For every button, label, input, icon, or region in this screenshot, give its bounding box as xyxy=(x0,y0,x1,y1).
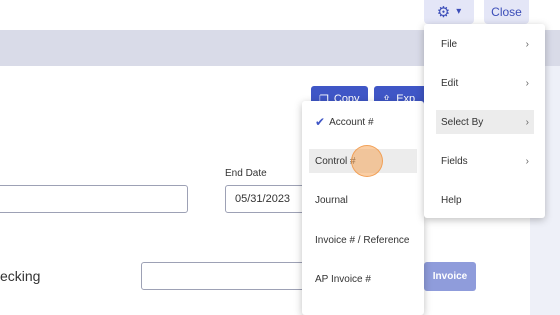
chevron-right-icon: › xyxy=(525,155,529,167)
checkmark-icon: ✔ xyxy=(315,115,326,129)
chevron-right-icon: › xyxy=(525,116,529,128)
account-search-field[interactable] xyxy=(141,262,311,290)
start-date-field[interactable] xyxy=(0,185,188,213)
menu-item-label: Edit xyxy=(441,77,459,89)
close-button[interactable]: Close xyxy=(484,0,529,24)
submenu-item-label: Control # xyxy=(315,155,356,167)
menu-item-edit[interactable]: Edit › xyxy=(436,71,534,95)
submenu-item-label: AP Invoice # xyxy=(315,273,371,285)
settings-dropdown-menu: File › Edit › Select By › Fields › Help xyxy=(424,24,545,218)
submenu-item-label: Journal xyxy=(315,194,348,206)
menu-item-label: Fields xyxy=(441,155,468,167)
menu-item-label: Help xyxy=(441,194,462,206)
checking-label: ecking xyxy=(0,268,41,284)
submenu-item-label: Invoice # / Reference xyxy=(315,234,410,246)
submenu-item-journal[interactable]: Journal xyxy=(309,188,417,212)
gear-icon: ⚙ xyxy=(436,3,451,21)
menu-item-label: Select By xyxy=(441,116,484,128)
submenu-item-label: Account # xyxy=(329,116,374,128)
invoice-button[interactable]: Invoice xyxy=(424,262,476,291)
menu-item-fields[interactable]: Fields › xyxy=(436,149,534,173)
end-date-label: End Date xyxy=(225,168,267,179)
chevron-right-icon: › xyxy=(525,77,529,89)
chevron-down-icon: ▾ xyxy=(456,6,462,17)
menu-item-label: File xyxy=(441,38,458,50)
end-date-value: 05/31/2023 xyxy=(235,193,291,205)
menu-item-select-by[interactable]: Select By › xyxy=(436,110,534,134)
submenu-item-ap-invoice[interactable]: AP Invoice # xyxy=(309,267,417,291)
click-indicator xyxy=(351,145,383,177)
chevron-right-icon: › xyxy=(525,38,529,50)
submenu-item-account[interactable]: ✔ Account # xyxy=(309,110,417,134)
settings-menu-button[interactable]: ⚙ ▾ xyxy=(424,0,474,24)
menu-item-file[interactable]: File › xyxy=(436,32,534,56)
select-by-submenu: ✔ Account # Control # Journal Invoice # … xyxy=(302,101,424,315)
submenu-item-invoice-reference[interactable]: Invoice # / Reference xyxy=(309,228,417,252)
menu-item-help[interactable]: Help xyxy=(436,188,534,212)
